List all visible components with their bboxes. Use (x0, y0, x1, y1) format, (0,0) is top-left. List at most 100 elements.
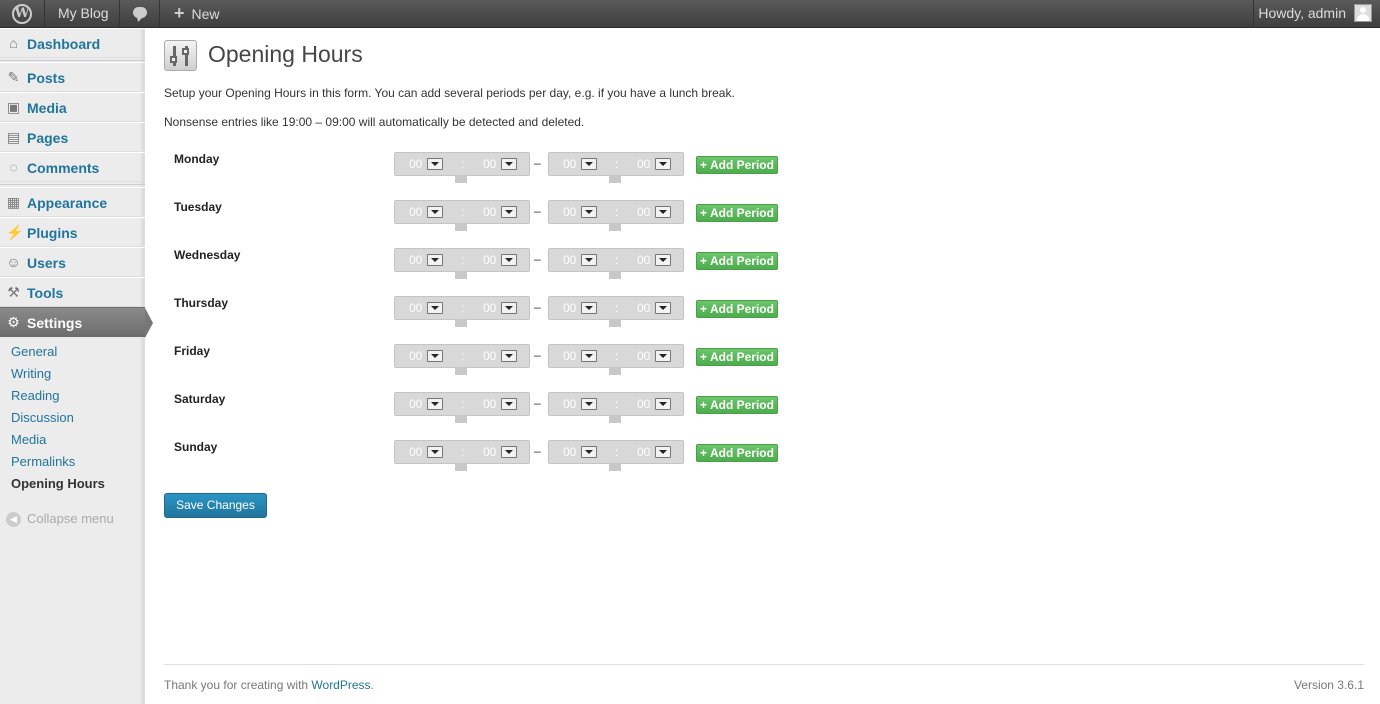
dropdown-arrow-icon[interactable] (655, 398, 671, 410)
footer-thanks-text: Thank you for creating with (164, 678, 312, 692)
dropdown-arrow-icon[interactable] (581, 350, 597, 362)
add-period-button[interactable]: + Add Period (696, 396, 778, 414)
dropdown-arrow-icon[interactable] (501, 158, 517, 170)
dropdown-arrow-icon[interactable] (427, 350, 443, 362)
dropdown-arrow-icon[interactable] (427, 302, 443, 314)
wordpress-link[interactable]: WordPress (311, 678, 370, 692)
sidebar-item-users[interactable]: ☺ Users (0, 247, 145, 277)
dropdown-arrow-icon[interactable] (581, 302, 597, 314)
select-value: 00 (409, 253, 423, 267)
sidebar-item-label: Settings (27, 315, 83, 331)
sidebar-item-dashboard[interactable]: ⌂ Dashboard (0, 28, 145, 58)
dropdown-arrow-icon[interactable] (427, 398, 443, 410)
dropdown-arrow-icon[interactable] (427, 206, 443, 218)
comments-button[interactable] (121, 0, 159, 28)
add-period-button[interactable]: + Add Period (696, 156, 778, 174)
collapse-menu-button[interactable]: ◀ Collapse menu (6, 511, 114, 528)
select-value: 00 (563, 301, 577, 315)
add-period-button[interactable]: + Add Period (696, 444, 778, 462)
sidebar-item-plugins[interactable]: ⚡ Plugins (0, 217, 145, 247)
sidebar-item-label: Pages (27, 130, 69, 146)
dropdown-arrow-icon[interactable] (655, 206, 671, 218)
dropdown-arrow-icon[interactable] (501, 446, 517, 458)
select-value: 00 (483, 349, 497, 363)
time-picker-tab (455, 223, 467, 231)
dropdown-arrow-icon[interactable] (427, 158, 443, 170)
select-value: 00 (637, 349, 651, 363)
add-period-button[interactable]: + Add Period (696, 252, 778, 270)
new-content-button[interactable]: + New (174, 0, 220, 28)
dropdown-arrow-icon[interactable] (581, 446, 597, 458)
select-value: 00 (409, 445, 423, 459)
admin-bar-divider (1253, 0, 1254, 28)
sidebar-item-settings[interactable]: ⚙ Settings (0, 307, 153, 338)
dropdown-arrow-icon[interactable] (581, 398, 597, 410)
dashboard-icon: ⌂ (9, 35, 18, 51)
submenu-media[interactable]: Media (11, 432, 46, 447)
select-value: 00 (409, 205, 423, 219)
footer-divider (164, 664, 1364, 665)
footer-thanks: Thank you for creating with WordPress. (164, 678, 374, 692)
dropdown-arrow-icon[interactable] (501, 206, 517, 218)
dropdown-arrow-icon[interactable] (655, 302, 671, 314)
dropdown-arrow-icon[interactable] (655, 158, 671, 170)
time-colon: : (615, 349, 619, 363)
sidebar-item-appearance[interactable]: ▦ Appearance (0, 187, 145, 217)
dropdown-arrow-icon[interactable] (501, 398, 517, 410)
dropdown-arrow-icon[interactable] (655, 254, 671, 266)
wordpress-logo-button[interactable]: W (0, 0, 44, 28)
select-value: 00 (637, 157, 651, 171)
submenu-opening-hours[interactable]: Opening Hours (11, 476, 105, 491)
select-value: 00 (409, 157, 423, 171)
add-period-button[interactable]: + Add Period (696, 204, 778, 222)
start-time-picker: 00 00: (394, 344, 530, 375)
submenu-general[interactable]: General (11, 344, 57, 359)
user-avatar-icon[interactable] (1354, 4, 1372, 22)
select-value: 00 (637, 397, 651, 411)
submenu-writing[interactable]: Writing (11, 366, 51, 381)
time-colon: : (461, 301, 465, 315)
time-colon: : (615, 157, 619, 171)
dropdown-arrow-icon[interactable] (501, 350, 517, 362)
dropdown-arrow-icon[interactable] (655, 350, 671, 362)
time-picker-tab (455, 319, 467, 327)
submenu-discussion[interactable]: Discussion (11, 410, 74, 425)
users-icon: ☺ (6, 254, 21, 270)
new-label: New (191, 6, 220, 22)
save-changes-button[interactable]: Save Changes (164, 493, 267, 518)
sidebar-item-comments[interactable]: ◌ Comments (0, 152, 145, 182)
time-picker-tab (609, 175, 621, 183)
dropdown-arrow-icon[interactable] (427, 254, 443, 266)
end-time-picker: 00 00: (548, 248, 684, 279)
dropdown-arrow-icon[interactable] (501, 302, 517, 314)
sidebar-item-tools[interactable]: ⚒ Tools (0, 277, 145, 307)
dropdown-arrow-icon[interactable] (655, 446, 671, 458)
dropdown-arrow-icon[interactable] (501, 254, 517, 266)
plugin-icon: ⚡ (6, 224, 24, 240)
admin-bar-divider (119, 0, 120, 28)
start-time-picker: 00 00: (394, 248, 530, 279)
time-picker-tab (455, 367, 467, 375)
dropdown-arrow-icon[interactable] (581, 254, 597, 266)
dropdown-arrow-icon[interactable] (581, 206, 597, 218)
dropdown-arrow-icon[interactable] (427, 446, 443, 458)
time-picker-tab (609, 415, 621, 423)
sidebar-item-posts[interactable]: ✎ Posts (0, 62, 145, 92)
site-name-link[interactable]: My Blog (58, 0, 109, 28)
day-row-wednesday: Wednesday 00 00: – 00 00: + Add Period (164, 248, 804, 288)
day-label: Thursday (174, 296, 229, 310)
time-picker-tab (455, 463, 467, 471)
day-label: Saturday (174, 392, 226, 406)
submenu-permalinks[interactable]: Permalinks (11, 454, 75, 469)
add-period-button[interactable]: + Add Period (696, 348, 778, 366)
select-value: 00 (409, 301, 423, 315)
sidebar-item-pages[interactable]: ▤ Pages (0, 122, 145, 152)
sidebar-item-media[interactable]: ▣ Media (0, 92, 145, 122)
account-greeting[interactable]: Howdy, admin (1258, 0, 1346, 28)
time-picker-tab (609, 463, 621, 471)
submenu-reading[interactable]: Reading (11, 388, 59, 403)
select-value: 00 (637, 445, 651, 459)
dropdown-arrow-icon[interactable] (581, 158, 597, 170)
day-label: Monday (174, 152, 220, 166)
add-period-button[interactable]: + Add Period (696, 300, 778, 318)
